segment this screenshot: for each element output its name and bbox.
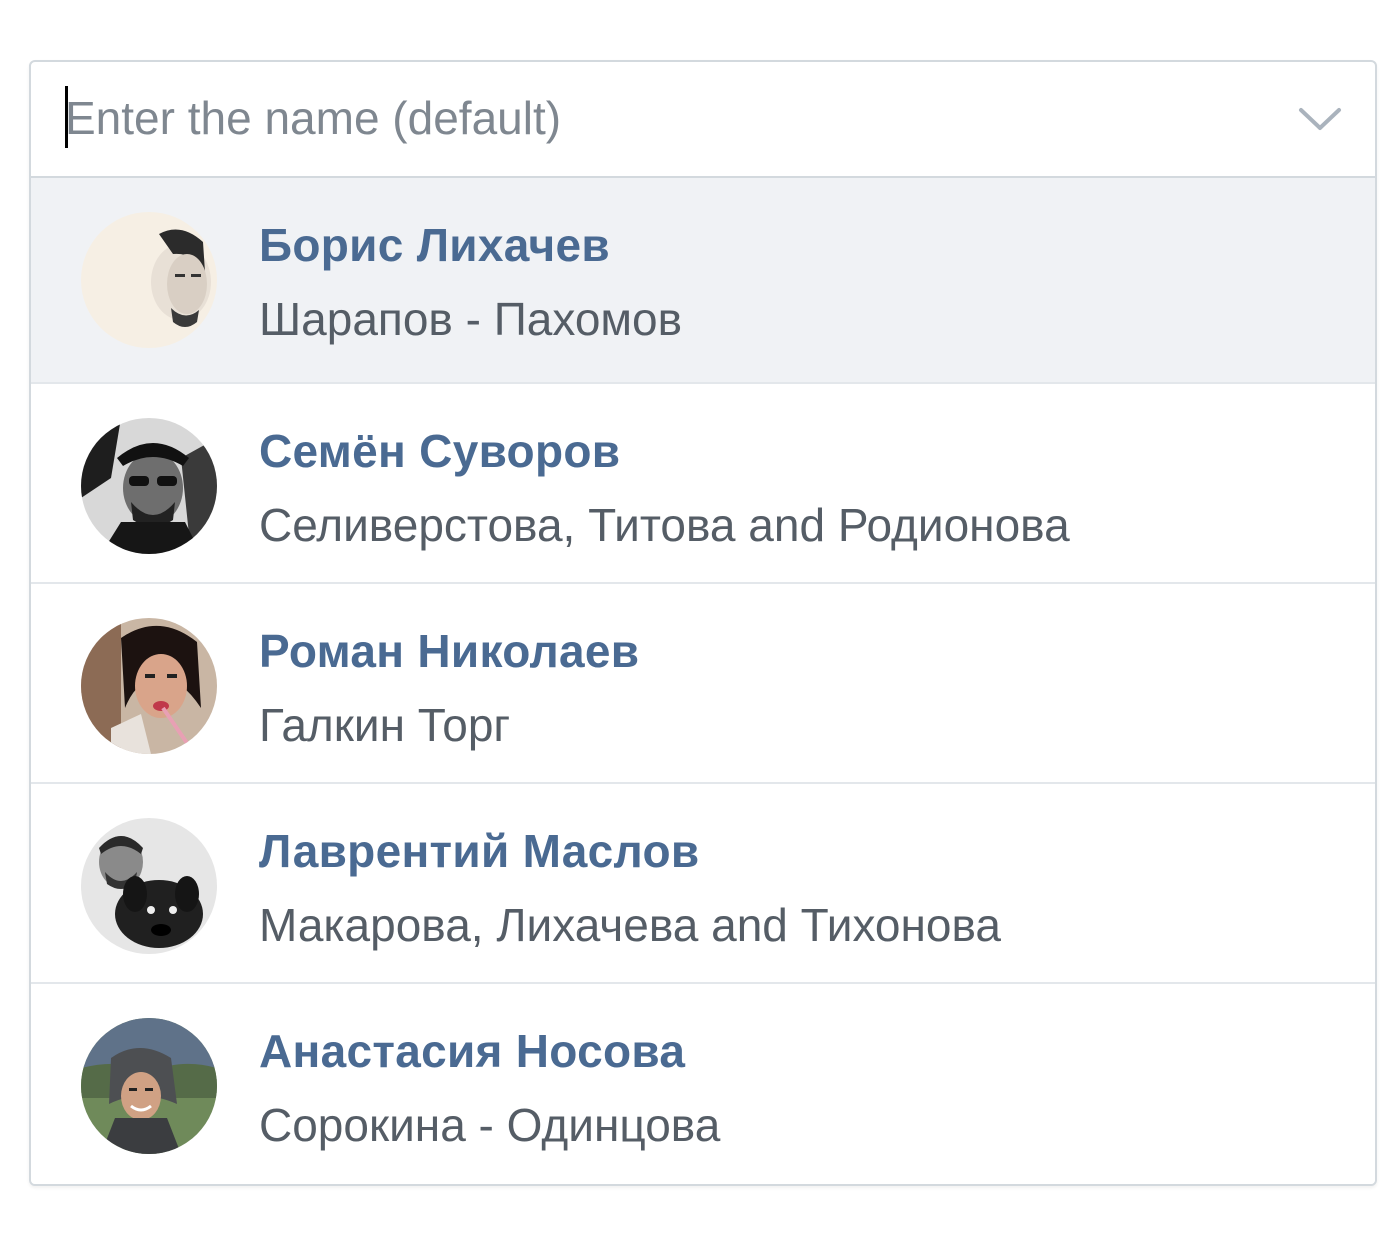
avatar — [81, 818, 217, 954]
chevron-down-icon[interactable] — [1295, 100, 1345, 136]
option-description: Шарапов - Пахомов — [259, 293, 683, 345]
option-description: Сорокина - Одинцова — [259, 1099, 721, 1151]
options-list: Борис Лихачев Шарапов - Пахомов Семён Су… — [31, 178, 1375, 1184]
name-input[interactable] — [65, 80, 1265, 156]
avatar — [81, 618, 217, 754]
avatar — [81, 212, 217, 348]
option-item[interactable]: Борис Лихачев Шарапов - Пахомов — [31, 178, 1375, 384]
user-select-combobox[interactable]: Борис Лихачев Шарапов - Пахомов Семён Су… — [29, 60, 1377, 1186]
avatar — [81, 1018, 217, 1154]
option-item[interactable]: Роман Николаев Галкин Торг — [31, 584, 1375, 784]
text-cursor — [65, 86, 68, 148]
option-name: Борис Лихачев — [259, 219, 610, 271]
option-name: Роман Николаев — [259, 625, 640, 677]
option-item[interactable]: Лаврентий Маслов Макарова, Лихачева and … — [31, 784, 1375, 984]
option-name: Анастасия Носова — [259, 1025, 686, 1077]
option-name: Лаврентий Маслов — [259, 825, 700, 877]
option-description: Селиверстова, Титова and Родионова — [259, 499, 1070, 551]
option-item[interactable]: Семён Суворов Селиверстова, Титова and Р… — [31, 384, 1375, 584]
search-field[interactable] — [31, 62, 1375, 178]
option-description: Галкин Торг — [259, 699, 511, 751]
option-name: Семён Суворов — [259, 425, 621, 477]
option-description: Макарова, Лихачева and Тихонова — [259, 899, 1001, 951]
avatar — [81, 418, 217, 554]
option-item[interactable]: Анастасия Носова Сорокина - Одинцова — [31, 984, 1375, 1184]
